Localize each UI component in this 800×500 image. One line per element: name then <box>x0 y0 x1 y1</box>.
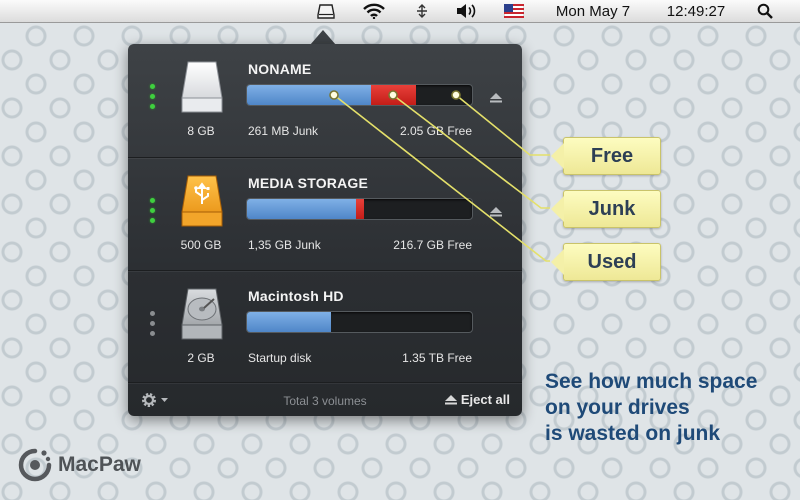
callout-used-label: Used <box>587 250 637 273</box>
macpaw-logo: MacPaw <box>18 448 141 482</box>
free-label: 216.7 GB Free <box>393 238 472 252</box>
callout-used: Used <box>551 243 661 281</box>
brand-name: MacPaw <box>58 453 141 476</box>
callout-junk: Junk <box>551 190 661 228</box>
usage-bar <box>246 311 473 333</box>
wifi-icon[interactable] <box>360 0 388 22</box>
volume-icon[interactable] <box>454 0 480 22</box>
volume-name: Macintosh HD <box>248 288 344 304</box>
volume-name: NONAME <box>248 61 312 77</box>
mount-indicator <box>150 84 156 114</box>
used-segment <box>247 199 356 219</box>
callout-free-label: Free <box>590 144 634 167</box>
used-segment <box>247 312 331 332</box>
eject-icon <box>444 394 457 404</box>
spotlight-search-icon[interactable] <box>752 0 778 22</box>
popover-footer: Total 3 volumes Eject all <box>128 382 522 417</box>
mount-indicator <box>150 198 156 228</box>
callout-free: Free <box>551 137 661 175</box>
volume-size: 8 GB <box>187 124 215 138</box>
volume-row-media-storage[interactable]: 500 GB MEDIA STORAGE 1,35 GB Junk 216.7 … <box>128 157 522 270</box>
volume-name: MEDIA STORAGE <box>248 175 369 191</box>
bluetooth-icon[interactable] <box>410 0 434 22</box>
menu-bar: Mon May 7 12:49:27 <box>0 0 800 23</box>
popover-pointer <box>310 30 336 45</box>
menu-date[interactable]: Mon May 7 <box>548 0 638 22</box>
eject-icon[interactable] <box>490 90 502 103</box>
drive-menu-icon[interactable] <box>312 0 340 22</box>
hard-disk-icon <box>176 287 228 343</box>
eject-all-button[interactable]: Eject all <box>444 392 510 407</box>
volume-size: 500 GB <box>180 238 222 252</box>
volume-size: 2 GB <box>187 351 215 365</box>
junk-label: 261 MB Junk <box>248 124 319 138</box>
eject-icon[interactable] <box>490 204 502 217</box>
tagline-line-3: is wasted on junk <box>545 422 721 445</box>
macpaw-logo-icon <box>18 448 52 482</box>
usage-bar <box>246 84 473 106</box>
removable-drive-icon <box>176 60 228 116</box>
usage-bar <box>246 198 473 220</box>
volume-row-noname[interactable]: 8 GB NONAME 261 MB Junk 2.05 GB Free <box>128 44 522 156</box>
tagline-line-2: on your drives <box>545 396 690 419</box>
junk-label: 1,35 GB Junk <box>248 238 321 252</box>
free-label: 1.35 TB Free <box>402 351 472 365</box>
menu-clock[interactable]: 12:49:27 <box>660 0 732 22</box>
used-segment <box>247 85 371 105</box>
tagline-line-1: See how much space <box>545 370 758 393</box>
free-label: 2.05 GB Free <box>399 124 472 138</box>
startup-disk-label: Startup disk <box>248 351 312 365</box>
junk-segment <box>371 85 416 105</box>
junk-segment <box>356 199 364 219</box>
us-flag-icon[interactable] <box>503 0 525 22</box>
usb-drive-icon <box>176 174 228 230</box>
volumes-popover: 8 GB NONAME 261 MB Junk 2.05 GB Free 500… <box>128 44 522 416</box>
volume-row-macintosh-hd[interactable]: 2 GB Macintosh HD Startup disk 1.35 TB F… <box>128 270 522 383</box>
tagline: See how much space on your drives is was… <box>545 369 795 447</box>
eject-all-label: Eject all <box>460 392 510 407</box>
mount-indicator <box>150 311 156 341</box>
callout-junk-label: Junk <box>588 197 636 220</box>
